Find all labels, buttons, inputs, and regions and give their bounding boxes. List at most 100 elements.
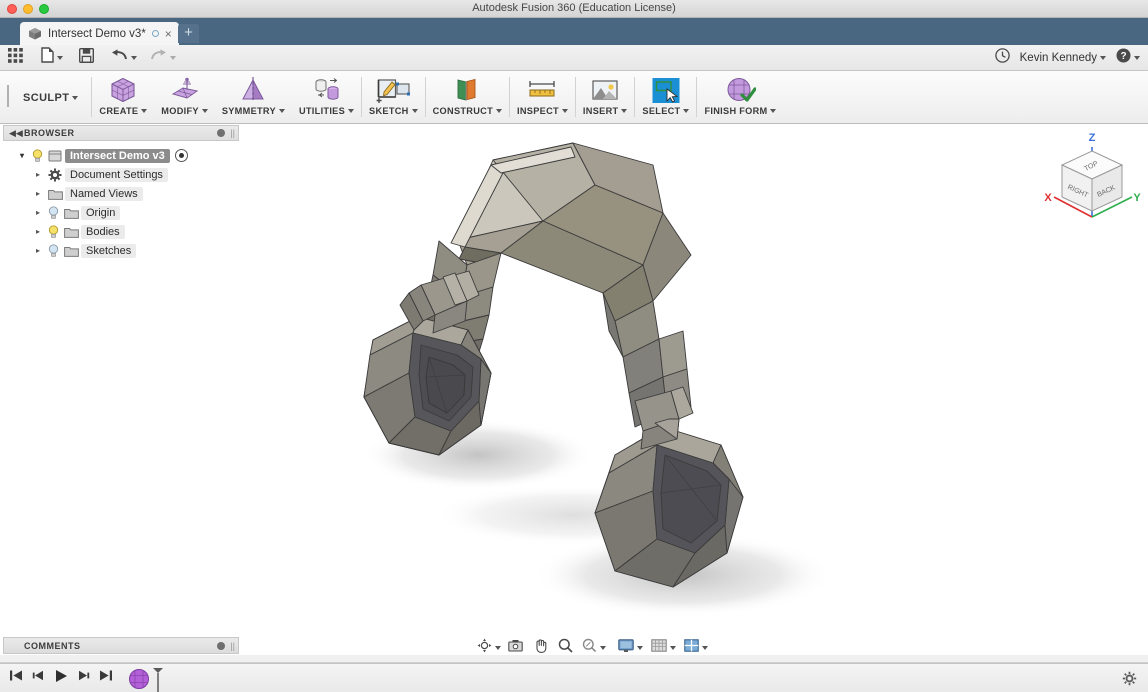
ribbon-label-modify: MODIFY: [161, 106, 208, 116]
ribbon-group-sketch[interactable]: SKETCH: [362, 71, 425, 124]
save-icon: [79, 48, 94, 68]
timeline-bar: [0, 663, 1148, 692]
help-icon: ?: [1116, 48, 1131, 68]
step-back-icon[interactable]: [32, 669, 45, 687]
visibility-bulb-icon[interactable]: [45, 244, 61, 258]
tree-label-document-settings: Document Settings: [65, 168, 168, 182]
visibility-bulb-icon[interactable]: [45, 225, 61, 239]
expand-arrow-right-icon[interactable]: ▸: [31, 170, 45, 179]
app-grid-icon: [8, 48, 23, 68]
browser-panel-header: ◀◀ BROWSER ||: [3, 125, 239, 141]
ribbon-label-symmetry: SYMMETRY: [222, 106, 285, 116]
redo-button[interactable]: [150, 46, 176, 70]
inspect-measure-icon: [526, 75, 558, 105]
svg-text:?: ?: [1120, 51, 1126, 62]
collapse-left-icon[interactable]: ◀◀: [9, 128, 23, 139]
view-cube[interactable]: Z X Y TOP RIGHT BACK: [1040, 125, 1144, 238]
comments-title: COMMENTS: [24, 641, 81, 651]
ribbon-label-utilities: UTILITIES: [299, 106, 354, 116]
ribbon-group-symmetry[interactable]: SYMMETRY: [215, 71, 292, 124]
body-visibility-toggle[interactable]: [175, 149, 188, 162]
create-box-icon: [108, 75, 138, 105]
ribbon-group-select[interactable]: SELECT: [635, 71, 696, 124]
ribbon-group-utilities[interactable]: UTILITIES: [292, 71, 361, 124]
file-menu-button[interactable]: [41, 46, 63, 70]
symmetry-mirror-icon: [238, 75, 268, 105]
select-cursor-icon: [651, 75, 681, 105]
tree-node-named-views[interactable]: ▸ Named Views: [3, 184, 239, 203]
comments-panel-grip-icon[interactable]: ||: [230, 641, 235, 651]
expand-arrow-right-icon[interactable]: ▸: [31, 208, 45, 217]
expand-arrow-right-icon[interactable]: ▸: [31, 246, 45, 255]
document-tab[interactable]: Intersect Demo v3* ×: [20, 22, 179, 45]
document-tab-label: Intersect Demo v3*: [48, 28, 146, 40]
svg-text:Z: Z: [1089, 132, 1096, 144]
ribbon-group-modify[interactable]: MODIFY: [154, 71, 215, 124]
redo-caret-icon: [170, 56, 176, 60]
window-titlebar: Autodesk Fusion 360 (Education License): [0, 0, 1148, 18]
document-settings-icon: [45, 168, 65, 182]
ribbon-label-insert: INSERT: [583, 106, 628, 116]
orbit-caret-icon: [495, 646, 501, 650]
expand-arrow-down-icon[interactable]: ▾: [15, 151, 29, 160]
svg-text:X: X: [1044, 192, 1052, 204]
ribbon-group-construct[interactable]: CONSTRUCT: [426, 71, 509, 124]
tree-node-bodies[interactable]: ▸ Bodies: [3, 222, 239, 241]
sketch-pencil-icon: [376, 75, 410, 105]
timeline-playback-controls: [0, 669, 113, 688]
play-icon[interactable]: [54, 669, 68, 688]
jump-to-beginning-icon[interactable]: [9, 669, 23, 687]
quick-access-right-group: Kevin Kennedy ?: [995, 45, 1140, 71]
finish-form-icon: [724, 75, 756, 105]
visibility-bulb-icon[interactable]: [29, 149, 45, 163]
insert-image-icon: [590, 75, 620, 105]
tree-node-origin[interactable]: ▸ Origin: [3, 203, 239, 222]
close-tab-icon[interactable]: ×: [165, 28, 172, 40]
app-grid-button[interactable]: [8, 46, 23, 70]
folder-icon: [61, 207, 81, 219]
tree-label-origin: Origin: [81, 206, 120, 220]
step-forward-icon[interactable]: [77, 669, 90, 687]
browser-panel-close-icon[interactable]: [217, 129, 225, 137]
fit-zoom-caret-icon: [600, 646, 606, 650]
gear-icon[interactable]: [1122, 671, 1137, 691]
folder-icon: [45, 188, 65, 200]
tree-label-bodies: Bodies: [81, 225, 125, 239]
user-account-menu[interactable]: Kevin Kennedy: [1020, 46, 1106, 70]
tree-label-sketches: Sketches: [81, 244, 136, 258]
headphones-model: [243, 125, 1148, 635]
comments-panel-close-icon[interactable]: [217, 642, 225, 650]
workspace-switcher[interactable]: SCULPT: [14, 71, 91, 124]
tree-node-document-settings[interactable]: ▸ Document Settings: [3, 165, 239, 184]
expand-arrow-right-icon[interactable]: ▸: [31, 189, 45, 198]
workspace-caret-icon: [72, 96, 78, 100]
timeline-feature-sculpt-form[interactable]: [127, 665, 169, 691]
3d-viewport[interactable]: Z X Y TOP RIGHT BACK: [243, 125, 1148, 635]
user-menu-caret-icon: [1100, 56, 1106, 60]
svg-text:Y: Y: [1133, 192, 1141, 204]
undo-button[interactable]: [111, 46, 137, 70]
expand-arrow-right-icon[interactable]: ▸: [31, 227, 45, 236]
ribbon-group-create[interactable]: CREATE: [92, 71, 154, 124]
ribbon-group-inspect[interactable]: INSPECT: [510, 71, 575, 124]
ribbon-group-finish-form[interactable]: FINISH FORM: [697, 71, 783, 124]
tree-node-sketches[interactable]: ▸ Sketches: [3, 241, 239, 260]
clock-icon[interactable]: [995, 48, 1010, 68]
save-button[interactable]: [79, 46, 94, 70]
jump-to-end-icon[interactable]: [99, 669, 113, 687]
folder-icon: [61, 226, 81, 238]
visibility-bulb-icon[interactable]: [45, 206, 61, 220]
tree-label-intersect-demo-v3: Intersect Demo v3: [65, 149, 170, 163]
help-menu-button[interactable]: ?: [1116, 46, 1140, 70]
comments-panel-header[interactable]: COMMENTS ||: [3, 637, 239, 654]
browser-panel-grip-icon[interactable]: ||: [230, 128, 235, 138]
tree-node-intersect-demo-v3[interactable]: ▾ Intersect Demo v3: [3, 146, 239, 165]
component-icon: [45, 149, 65, 162]
ribbon-grip[interactable]: [7, 85, 9, 107]
utilities-icon: [312, 75, 342, 105]
browser-title: BROWSER: [24, 128, 75, 138]
ribbon-group-insert[interactable]: INSERT: [576, 71, 635, 124]
redo-icon: [150, 49, 167, 67]
ribbon-label-finish-form: FINISH FORM: [704, 106, 776, 116]
new-tab-button[interactable]: +: [178, 24, 199, 43]
